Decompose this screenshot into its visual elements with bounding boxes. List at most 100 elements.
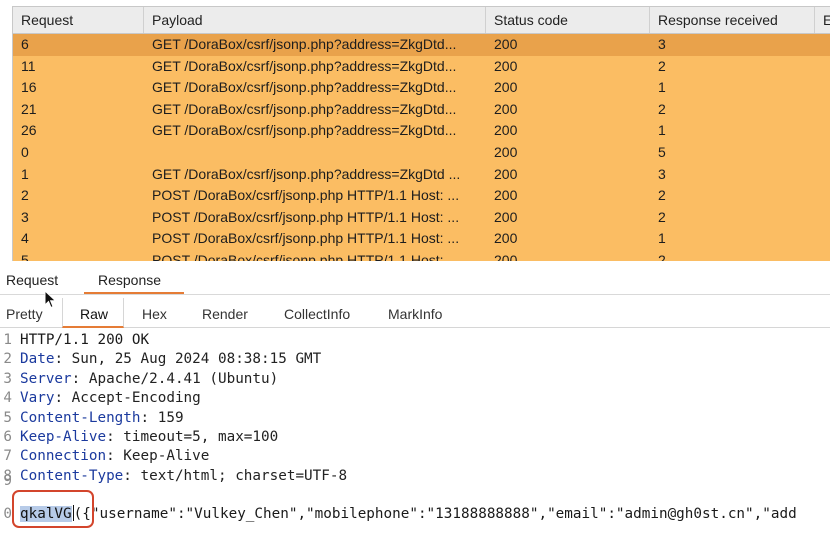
cell-request: 0 <box>21 143 29 160</box>
table-row[interactable]: 3 POST /DoraBox/csrf/jsonp.php HTTP/1.1 H… <box>13 206 830 229</box>
tab-raw[interactable]: Raw <box>80 306 108 322</box>
cell-request: 3 <box>21 208 29 225</box>
header-key: Keep-Alive <box>20 429 107 445</box>
header-value: Accept-Encoding <box>71 390 201 407</box>
table-row[interactable]: 11 GET /DoraBox/csrf/jsonp.php?address=Zk… <box>13 55 830 78</box>
cell-response-received: 2 <box>658 251 666 261</box>
tab-render[interactable]: Render <box>202 306 248 322</box>
cell-request: 5 <box>21 251 29 261</box>
table-row[interactable]: 16 GET /DoraBox/csrf/jsonp.php?address=Zk… <box>13 77 830 99</box>
cell-status-code: 200 <box>494 230 518 247</box>
line-number: 1 <box>3 332 12 348</box>
table-row[interactable]: 26 GET /DoraBox/csrf/jsonp.php?address=Zk… <box>13 120 830 142</box>
header-key: Content-Type <box>20 467 124 484</box>
cell-request: 26 <box>21 122 37 139</box>
tab-request[interactable]: Request <box>6 272 58 288</box>
cell-request: 21 <box>21 100 37 117</box>
cell-request: 1 <box>21 165 29 182</box>
table-row[interactable]: 4 POST /DoraBox/csrf/jsonp.php HTTP/1.1 H… <box>13 228 830 250</box>
header-value: timeout=5, max=100 <box>123 429 279 445</box>
cell-status-code: 200 <box>494 57 518 74</box>
line-number: 9 <box>3 473 12 489</box>
cell-payload: GET /DoraBox/csrf/jsonp.php?address=ZkgD… <box>152 100 457 117</box>
request-response-tabs: Request Response <box>0 264 830 295</box>
cell-request: 2 <box>21 187 29 204</box>
table-row[interactable]: 0 200 5 <box>13 141 830 164</box>
line-number: 6 <box>3 429 12 445</box>
table-row[interactable]: 1 GET /DoraBox/csrf/jsonp.php?address=Zkg… <box>13 163 830 186</box>
header-value: 159 <box>157 409 184 426</box>
status-line: HTTP/1.1 200 OK <box>20 332 150 348</box>
cell-payload: GET /DoraBox/csrf/jsonp.php?address=ZkgD… <box>152 165 461 182</box>
cell-payload: GET /DoraBox/csrf/jsonp.php?address=ZkgD… <box>152 79 457 96</box>
line-number: 2 <box>3 351 12 368</box>
tab-pretty[interactable]: Pretty <box>6 306 43 322</box>
header-key: Server <box>20 370 72 387</box>
cell-payload: POST /DoraBox/csrf/jsonp.php HTTP/1.1 Ho… <box>152 208 460 225</box>
header-line: Content-Type: text/html; charset=UTF-8 <box>20 467 347 486</box>
cell-status-code: 200 <box>494 100 518 117</box>
header-line: Date: Sun, 25 Aug 2024 08:38:15 GMT <box>20 350 321 369</box>
cell-e <box>815 185 830 207</box>
cell-status-code: 200 <box>494 208 518 225</box>
cell-e <box>815 99 830 121</box>
column-header-e[interactable]: E <box>815 7 830 33</box>
header-separator: : <box>54 351 72 368</box>
cell-response-received: 2 <box>658 187 666 204</box>
line-number: 4 <box>3 390 12 407</box>
tab-markinfo[interactable]: MarkInfo <box>388 306 442 322</box>
header-line: Connection: Keep-Alive <box>20 447 209 466</box>
tab-response[interactable]: Response <box>98 272 161 288</box>
cell-payload <box>144 142 486 164</box>
tab-collectinfo[interactable]: CollectInfo <box>284 306 350 322</box>
results-table: Request Payload Status code Response rec… <box>12 6 830 261</box>
header-key: Connection <box>20 448 107 465</box>
header-key: Content-Length <box>20 409 141 426</box>
column-header-response-received[interactable]: Response received <box>650 7 815 33</box>
cell-response-received: 2 <box>658 208 666 225</box>
table-row[interactable]: 21 GET /DoraBox/csrf/jsonp.php?address=Zk… <box>13 98 830 121</box>
cell-payload: GET /DoraBox/csrf/jsonp.php?address=ZkgD… <box>152 36 457 52</box>
header-value: Apache/2.4.41 (Ubuntu) <box>88 370 279 387</box>
cell-status-code: 200 <box>494 143 518 160</box>
header-separator: : <box>106 429 124 445</box>
cell-payload: POST /DoraBox/csrf/jsonp.php HTTP/1.1 Ho… <box>152 230 460 247</box>
column-header-payload[interactable]: Payload <box>144 7 486 33</box>
header-separator: : <box>54 390 72 407</box>
cell-request: 4 <box>21 230 29 247</box>
table-body: 6 GET /DoraBox/csrf/jsonp.php?address=Zkg… <box>13 34 830 261</box>
header-separator: : <box>106 448 124 465</box>
cell-status-code: 200 <box>494 187 518 204</box>
cell-e <box>815 142 830 164</box>
line-number: 7 <box>3 448 12 465</box>
table-header: Request Payload Status code Response rec… <box>13 7 830 34</box>
annotation-highlight-box <box>12 490 94 528</box>
cell-e <box>815 250 830 261</box>
response-body: qkalVG ({"username":"Vulkey_Chen","mobile… <box>20 505 797 524</box>
cell-response-received: 2 <box>658 57 666 74</box>
cell-payload: POST /DoraBox/csrf/jsonp.php HTTP/1.1 Ho… <box>152 251 460 261</box>
table-row[interactable]: 6 GET /DoraBox/csrf/jsonp.php?address=Zkg… <box>13 34 830 56</box>
active-tab-indicator <box>84 292 184 294</box>
table-row[interactable]: 2 POST /DoraBox/csrf/jsonp.php HTTP/1.1 H… <box>13 185 830 207</box>
header-separator: : <box>140 409 158 426</box>
response-editor[interactable]: 1 HTTP/1.1 200 OK 2 Date: Sun, 25 Aug 202… <box>0 331 830 553</box>
cell-e <box>815 207 830 229</box>
table-row[interactable]: 5 POST /DoraBox/csrf/jsonp.php HTTP/1.1 H… <box>13 249 830 261</box>
cell-payload: POST /DoraBox/csrf/jsonp.php HTTP/1.1 Ho… <box>152 187 460 204</box>
cell-e <box>815 56 830 78</box>
column-header-status-code[interactable]: Status code <box>486 7 650 33</box>
cell-e <box>815 164 830 186</box>
tab-hex[interactable]: Hex <box>142 306 167 322</box>
cell-e <box>815 77 830 99</box>
cell-e <box>815 120 830 142</box>
header-value: text/html; charset=UTF-8 <box>140 467 348 484</box>
line-number: 5 <box>3 409 12 426</box>
header-line: Server: Apache/2.4.41 (Ubuntu) <box>20 370 278 389</box>
cell-status-code: 200 <box>494 36 518 52</box>
column-header-request[interactable]: Request <box>13 7 144 33</box>
cell-response-received: 5 <box>658 143 666 160</box>
cell-status-code: 200 <box>494 122 518 139</box>
cell-status-code: 200 <box>494 165 518 182</box>
cell-response-received: 1 <box>658 122 666 139</box>
